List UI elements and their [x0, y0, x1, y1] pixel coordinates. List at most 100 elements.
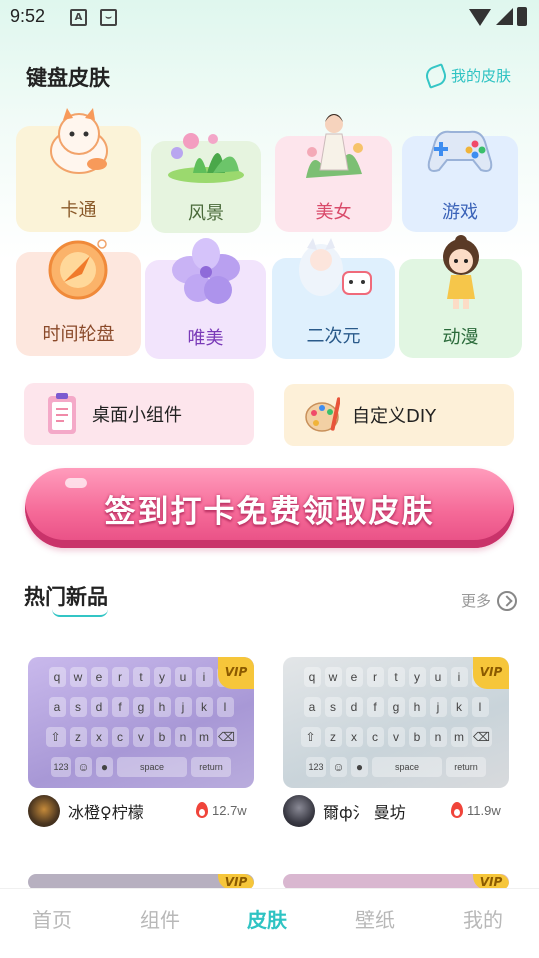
custom-diy-label: 自定义DIY	[352, 406, 437, 427]
time-dial-icon	[48, 239, 107, 300]
hot-count: 12.7w	[196, 802, 247, 818]
my-skin-link[interactable]: 我的皮肤	[423, 62, 511, 89]
custom-diy-button[interactable]: 自定义DIY	[284, 384, 514, 446]
category-beauty[interactable]: 美女	[275, 114, 392, 232]
key: s	[69, 697, 87, 717]
flame-icon	[451, 802, 463, 818]
signal-icon	[496, 8, 513, 25]
signin-banner-label: 签到打卡免费领取皮肤	[104, 493, 435, 530]
key: j	[174, 697, 192, 717]
signin-banner-button[interactable]: 签到打卡免费领取皮肤	[25, 468, 514, 548]
anime-girl-icon	[298, 238, 372, 296]
key: i	[450, 667, 468, 687]
key: g	[387, 697, 405, 717]
desktop-widget-label: 桌面小组件	[92, 405, 182, 426]
mic-key-icon: ●	[96, 757, 113, 777]
key: q	[303, 667, 321, 687]
key: h	[153, 697, 171, 717]
gamepad-icon	[427, 130, 493, 172]
key: x	[90, 727, 108, 747]
category-label: 动漫	[442, 327, 479, 348]
key: k	[195, 697, 213, 717]
clipboard-icon	[48, 393, 76, 434]
category-time-dial[interactable]: 时间轮盘	[16, 239, 141, 356]
key: i	[195, 667, 213, 687]
bottom-nav: 首页 组件 皮肤 壁纸 我的	[0, 888, 539, 958]
nav-item-wallpaper[interactable]: 壁纸	[355, 904, 395, 933]
return-key: return	[191, 757, 231, 777]
key: l	[471, 697, 489, 717]
key: f	[111, 697, 129, 717]
wifi-icon	[469, 9, 491, 26]
anime-doll-icon	[442, 235, 479, 309]
more-link[interactable]: 更多	[461, 590, 517, 611]
scenery-flower-icon	[168, 133, 244, 183]
avatar	[28, 795, 60, 827]
status-time: 9:52	[10, 6, 46, 26]
key: u	[429, 667, 447, 687]
banner-shine	[65, 478, 87, 488]
key: j	[429, 697, 447, 717]
skin-thumbnail[interactable]: q w e r t y u i o a s d f g h j k l ⇧ z …	[28, 657, 254, 788]
cartoon-cat-icon	[49, 108, 108, 174]
key: a	[303, 697, 321, 717]
beauty-girl-icon	[305, 114, 363, 178]
key: f	[366, 697, 384, 717]
backspace-key-icon: ⌫	[471, 727, 492, 747]
shift-key-icon: ⇧	[300, 727, 321, 747]
category-label: 风景	[188, 203, 224, 224]
key: w	[69, 667, 87, 687]
key: v	[387, 727, 405, 747]
category-anime[interactable]: 动漫	[399, 235, 522, 358]
page-title: 键盘皮肤	[26, 66, 110, 90]
category-anime2[interactable]: 二次元	[272, 238, 395, 359]
hot-section-title: 热门新品	[24, 585, 108, 609]
avatar	[283, 795, 315, 827]
key: y	[408, 667, 426, 687]
category-scenery[interactable]: 风景	[151, 133, 261, 233]
category-aesthetic[interactable]: 唯美	[145, 238, 266, 359]
backspace-key-icon: ⌫	[216, 727, 237, 747]
key: z	[69, 727, 87, 747]
key: g	[132, 697, 150, 717]
key: a	[48, 697, 66, 717]
author-info[interactable]: 爾ф氵 曼坊	[283, 795, 406, 827]
key: w	[324, 667, 342, 687]
nav-item-home[interactable]: 首页	[32, 904, 72, 933]
vip-badge: VIP	[473, 657, 509, 689]
key: t	[387, 667, 405, 687]
category-game[interactable]: 游戏	[402, 130, 518, 232]
key: y	[153, 667, 171, 687]
key: h	[408, 697, 426, 717]
notification-app-icon: ⌣	[100, 9, 117, 26]
nav-item-widgets[interactable]: 组件	[140, 904, 180, 933]
space-key: space	[117, 757, 187, 777]
key: v	[132, 727, 150, 747]
return-key: return	[446, 757, 486, 777]
notification-a-icon: A	[70, 9, 87, 26]
author-name: 爾ф氵 曼坊	[323, 803, 406, 822]
vip-badge: VIP	[218, 657, 254, 689]
leaf-icon	[423, 62, 449, 89]
category-cartoon[interactable]: 卡通	[16, 108, 141, 232]
author-info[interactable]: 冰橙♀柠檬	[28, 795, 144, 827]
space-key: space	[372, 757, 442, 777]
key: l	[216, 697, 234, 717]
aesthetic-flower-icon	[171, 238, 240, 304]
mic-key-icon: ●	[351, 757, 368, 777]
key: 123	[306, 757, 326, 777]
skin-thumbnail[interactable]: q w e r t y u i o a s d f g h j k l ⇧ z …	[283, 657, 509, 788]
emoji-key-icon: ☺	[75, 757, 92, 777]
nav-item-skins[interactable]: 皮肤	[247, 904, 287, 933]
hot-value: 11.9w	[467, 802, 501, 818]
key: d	[345, 697, 363, 717]
key: r	[366, 667, 384, 687]
nav-item-me[interactable]: 我的	[463, 904, 503, 933]
key: d	[90, 697, 108, 717]
category-label: 美女	[315, 202, 352, 223]
desktop-widget-button[interactable]: 桌面小组件	[24, 383, 254, 445]
category-label: 二次元	[306, 326, 361, 347]
key: k	[450, 697, 468, 717]
key: t	[132, 667, 150, 687]
key: s	[324, 697, 342, 717]
